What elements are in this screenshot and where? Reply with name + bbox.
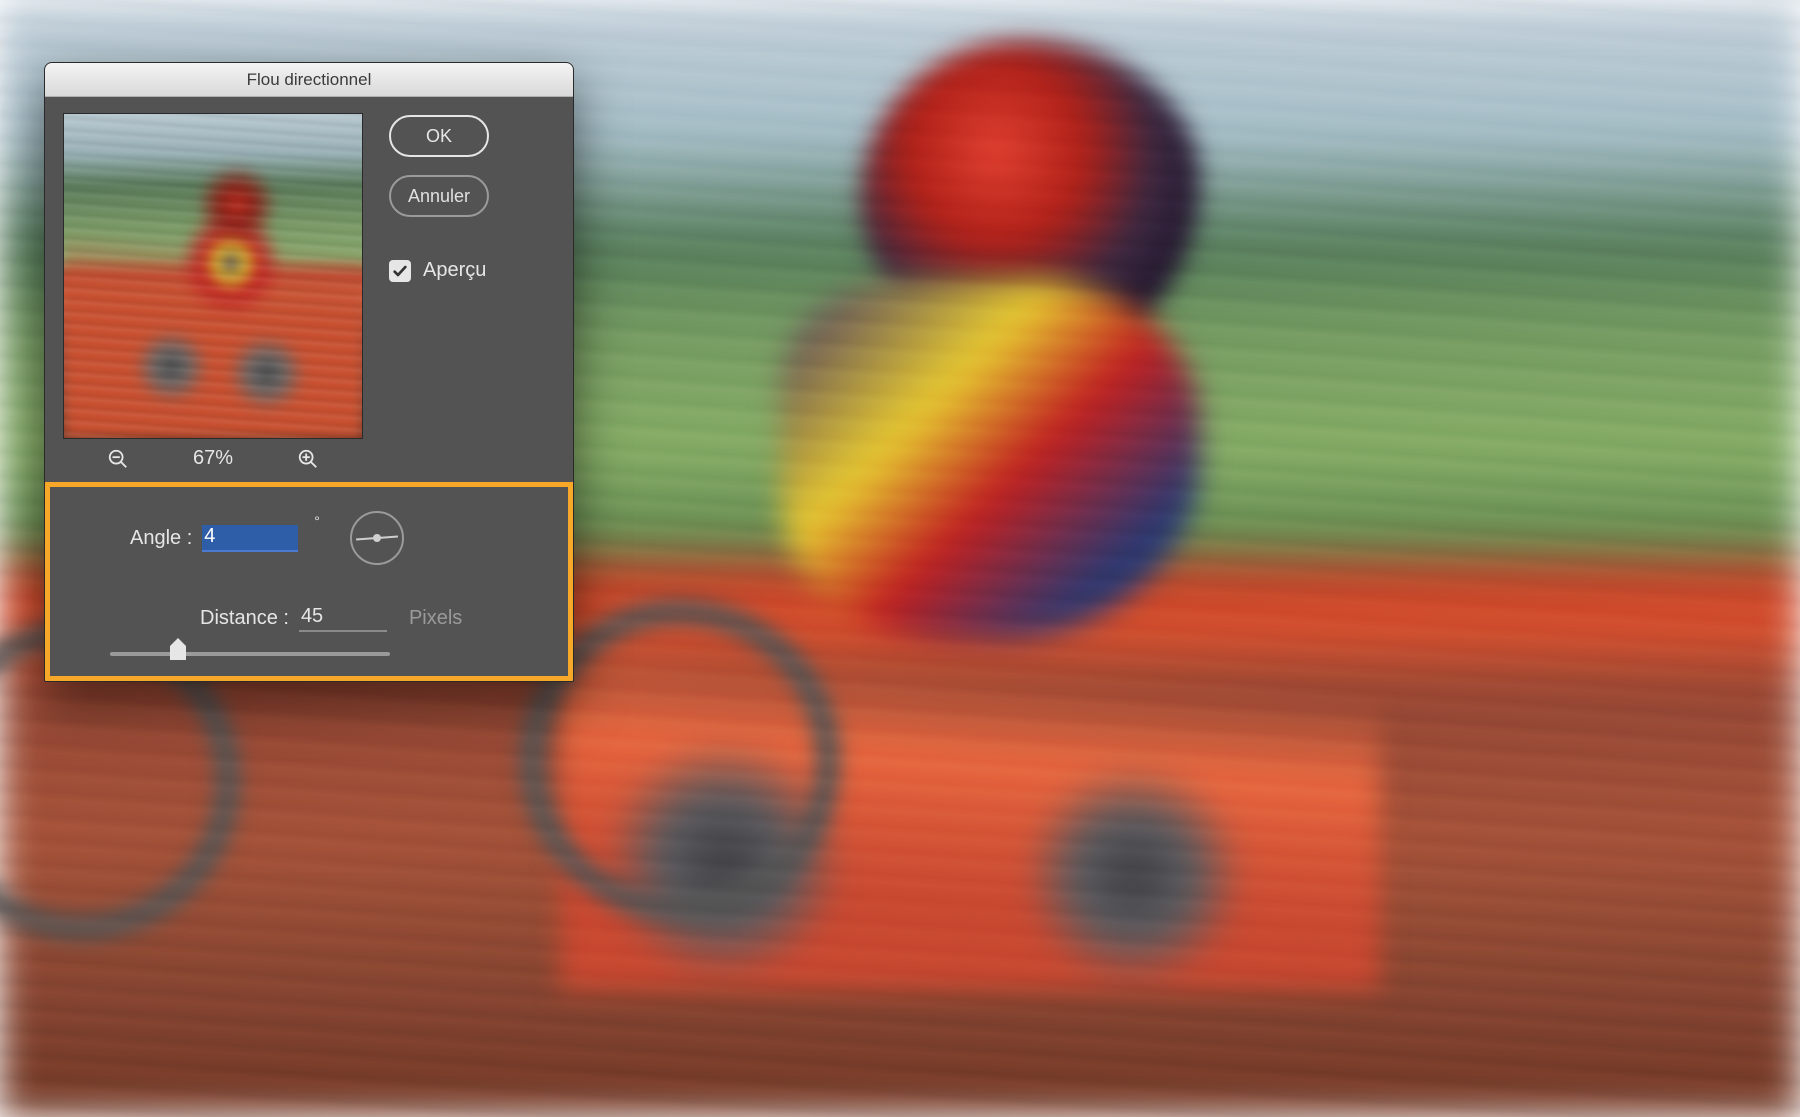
distance-unit-label: Pixels — [409, 607, 462, 630]
zoom-in-button[interactable] — [297, 448, 319, 470]
cancel-button[interactable]: Annuler — [389, 175, 489, 217]
distance-slider-thumb[interactable] — [170, 646, 186, 660]
preview-checkbox[interactable] — [389, 260, 411, 282]
dialog-title: Flou directionnel — [247, 70, 372, 90]
filter-preview-thumbnail[interactable] — [63, 113, 363, 439]
zoom-out-button[interactable] — [107, 448, 129, 470]
blur-controls-highlight: Angle : ° Distance : Pixels — [45, 482, 573, 681]
ok-button[interactable]: OK — [389, 115, 489, 157]
zoom-percent-label: 67% — [193, 447, 233, 470]
cancel-button-label: Annuler — [408, 186, 470, 207]
angle-input[interactable] — [202, 525, 298, 552]
distance-slider-track — [110, 652, 390, 656]
angle-dial[interactable] — [350, 511, 404, 565]
dialog-titlebar[interactable]: Flou directionnel — [45, 63, 573, 97]
ok-button-label: OK — [426, 126, 452, 147]
preview-checkbox-label: Aperçu — [423, 259, 486, 282]
distance-label: Distance : — [200, 607, 289, 630]
motion-blur-dialog: Flou directionnel 67% — [44, 62, 574, 682]
distance-slider[interactable] — [110, 652, 390, 656]
angle-label: Angle : — [130, 527, 192, 550]
angle-degree-symbol: ° — [314, 511, 320, 529]
distance-input[interactable] — [299, 605, 387, 632]
